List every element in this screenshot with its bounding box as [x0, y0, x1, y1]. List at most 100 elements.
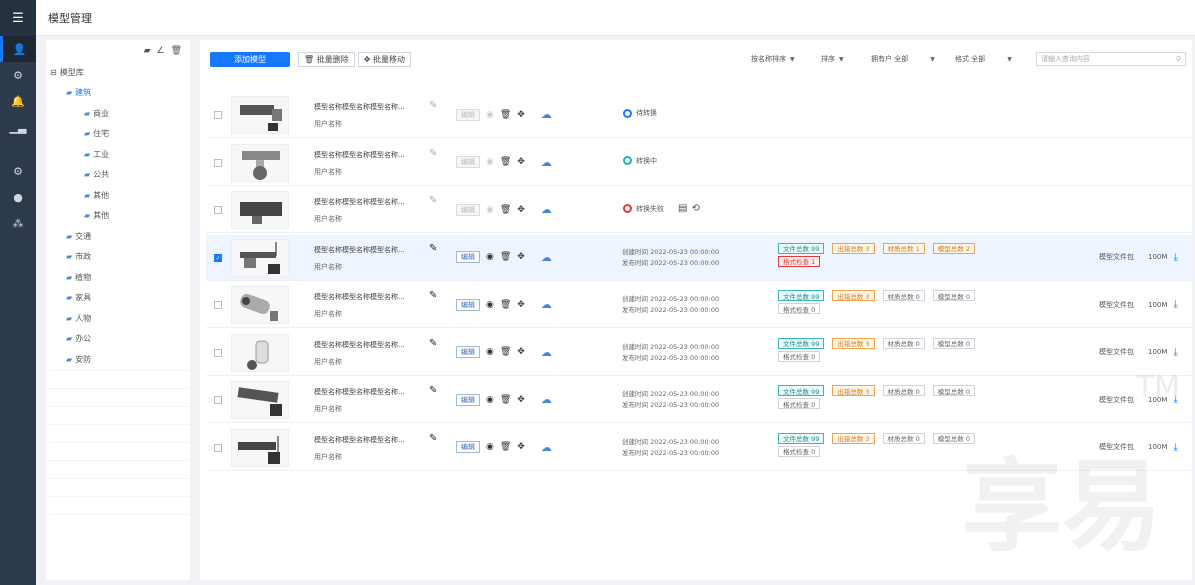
move-icon[interactable]: ✥	[517, 157, 525, 167]
model-thumbnail[interactable]	[231, 428, 289, 467]
eye-icon[interactable]: ◉	[486, 205, 494, 215]
tree-node[interactable]: ▰ 住宅	[46, 124, 190, 145]
table-row[interactable]: 模型名称模型名称模型名称... 用户名称 ✎ 编辑 ◉ 🗑 ✥ ☁ 待转换	[206, 92, 1192, 138]
rename-icon[interactable]: ✎	[429, 100, 437, 111]
eye-icon[interactable]: ◉	[486, 395, 494, 405]
move-icon[interactable]: ✥	[517, 347, 525, 357]
cloud-upload-icon[interactable]: ☁	[541, 108, 552, 121]
stat-tag[interactable]: 出错总数 3	[832, 290, 875, 301]
stat-tag[interactable]: 格式检查 1	[778, 255, 821, 267]
row-checkbox[interactable]	[214, 301, 222, 309]
trash-icon[interactable]: 🗑	[500, 157, 511, 167]
row-checkbox[interactable]	[214, 443, 222, 452]
cloud-upload-icon[interactable]: ☁	[541, 346, 552, 359]
model-thumbnail[interactable]	[231, 96, 289, 134]
edit-button[interactable]: 编辑	[456, 108, 480, 121]
move-icon[interactable]: ✥	[517, 252, 525, 262]
tree-node[interactable]: ▰ 家具	[46, 288, 190, 309]
stat-tag[interactable]: 文件总数 99	[778, 242, 825, 254]
edit-button[interactable]: 编辑	[456, 203, 480, 216]
stat-tag[interactable]: 文件总数 99	[778, 432, 825, 444]
table-row[interactable]: 模型名称模型名称模型名称... 用户名称 ✎ 编辑 ◉ 🗑 ✥ ☁ 创建时间 2022-05-2…	[206, 425, 1192, 471]
stat-tag[interactable]: 出错总数 3	[832, 242, 875, 254]
eye-icon[interactable]: ◉	[486, 442, 494, 452]
owner-select[interactable]: 拥有户 全部 ▼	[868, 52, 948, 66]
tree-node[interactable]: ▰ 其他	[46, 206, 190, 227]
collapse-icon[interactable]: ⊟	[50, 68, 57, 77]
move-icon[interactable]: ✥	[517, 110, 525, 120]
trash-icon[interactable]: 🗑	[500, 395, 511, 405]
rename-icon[interactable]: ✎	[429, 243, 437, 254]
trash-icon[interactable]: 🗑	[500, 252, 511, 262]
tree-node[interactable]: ▰ 交通	[46, 226, 190, 247]
tree-node[interactable]: ⊟ 模型库	[46, 62, 190, 83]
retry-icon[interactable]: ⟲	[691, 203, 699, 214]
sort-name-select[interactable]: 按名称排序 ▼	[748, 52, 814, 66]
rename-icon[interactable]: ✎	[429, 148, 437, 159]
stat-tag[interactable]: 材质总数 0	[882, 432, 925, 444]
download-icon[interactable]: ⤓	[1173, 347, 1177, 358]
download-icon[interactable]: ⤓	[1173, 442, 1177, 453]
move-icon[interactable]: ✥	[517, 442, 525, 452]
download-icon[interactable]: ⤓	[1173, 252, 1177, 263]
tree-node[interactable]: ▰ 其他	[46, 185, 190, 206]
bell-icon[interactable]: 🔔	[0, 88, 36, 114]
stat-tag[interactable]: 格式检查 0	[778, 398, 821, 409]
cloud-upload-icon[interactable]: ☁	[541, 298, 552, 311]
stat-tag[interactable]: 文件总数 99	[778, 385, 825, 396]
stat-tag[interactable]: 模型总数 0	[932, 337, 975, 349]
stat-tag[interactable]: 模型总数 0	[932, 432, 975, 444]
move-icon[interactable]: ✥	[517, 395, 525, 405]
edit-button[interactable]: 编辑	[456, 393, 480, 406]
trash-icon[interactable]: 🗑	[500, 442, 511, 452]
stat-tag[interactable]: 材质总数 1	[882, 242, 925, 254]
person-icon[interactable]: 👤	[0, 36, 36, 62]
stat-tag[interactable]: 出错总数 3	[832, 385, 875, 396]
model-thumbnail[interactable]	[231, 286, 289, 324]
edit-button[interactable]: 编辑	[456, 346, 480, 358]
settings-icon[interactable]: ⚙	[0, 158, 36, 184]
edit-button[interactable]: 编辑	[456, 251, 480, 263]
trash-icon[interactable]: 🗑	[171, 46, 182, 56]
rename-icon[interactable]: ✎	[429, 195, 437, 206]
edit-button[interactable]: 编辑	[456, 298, 480, 311]
format-select[interactable]: 格式 全部 ▼	[952, 52, 1032, 66]
stat-tag[interactable]: 材质总数 0	[882, 290, 925, 301]
edit-button[interactable]: 编辑	[456, 441, 480, 453]
edit-button[interactable]: 编辑	[456, 156, 480, 168]
cloud-upload-icon[interactable]: ☁	[541, 251, 552, 264]
trash-icon[interactable]: 🗑	[500, 300, 511, 310]
move-icon[interactable]: ✥	[517, 300, 525, 310]
search-icon[interactable]: ⚲	[1176, 55, 1181, 63]
model-thumbnail[interactable]	[231, 191, 289, 229]
stat-tag[interactable]: 出错总数 3	[832, 432, 875, 444]
add-model-button[interactable]: 添加模型	[210, 51, 290, 67]
row-checkbox[interactable]: ✓	[214, 253, 222, 262]
stat-tag[interactable]: 文件总数 99	[778, 290, 825, 301]
stat-tag[interactable]: 模型总数 0	[932, 290, 975, 301]
eye-icon[interactable]: ◉	[486, 252, 494, 262]
rename-icon[interactable]: ✎	[429, 433, 437, 444]
circle-icon[interactable]: ●	[0, 184, 36, 210]
file-package-link[interactable]: 模型文件包	[1099, 395, 1134, 405]
tree-node[interactable]: ▰ 办公	[46, 329, 190, 350]
model-thumbnail[interactable]	[231, 381, 289, 419]
eye-icon[interactable]: ◉	[486, 110, 494, 120]
stat-tag[interactable]: 格式检查 0	[778, 445, 821, 457]
tree-node[interactable]: ▰ 市政	[46, 247, 190, 268]
rename-icon[interactable]: ✎	[429, 385, 437, 396]
file-package-link[interactable]: 模型文件包	[1099, 252, 1134, 262]
file-package-link[interactable]: 模型文件包	[1099, 300, 1134, 310]
tree-node[interactable]: ▰ 商业	[46, 103, 190, 124]
table-row[interactable]: 模型名称模型名称模型名称... 用户名称 ✎ 编辑 ◉ 🗑 ✥ ☁ 转换中	[206, 140, 1192, 186]
tree-node[interactable]: ▰ 工业	[46, 144, 190, 165]
row-checkbox[interactable]	[214, 348, 222, 357]
row-checkbox[interactable]	[214, 396, 222, 404]
grid-icon[interactable]: ☰	[0, 0, 36, 36]
model-thumbnail[interactable]	[231, 238, 289, 277]
tree-node[interactable]: ▰ 公共	[46, 165, 190, 186]
cloud-upload-icon[interactable]: ☁	[541, 156, 552, 169]
stat-tag[interactable]: 文件总数 99	[778, 337, 825, 349]
model-thumbnail[interactable]	[231, 333, 289, 372]
model-icon[interactable]: ⚙	[0, 62, 36, 88]
